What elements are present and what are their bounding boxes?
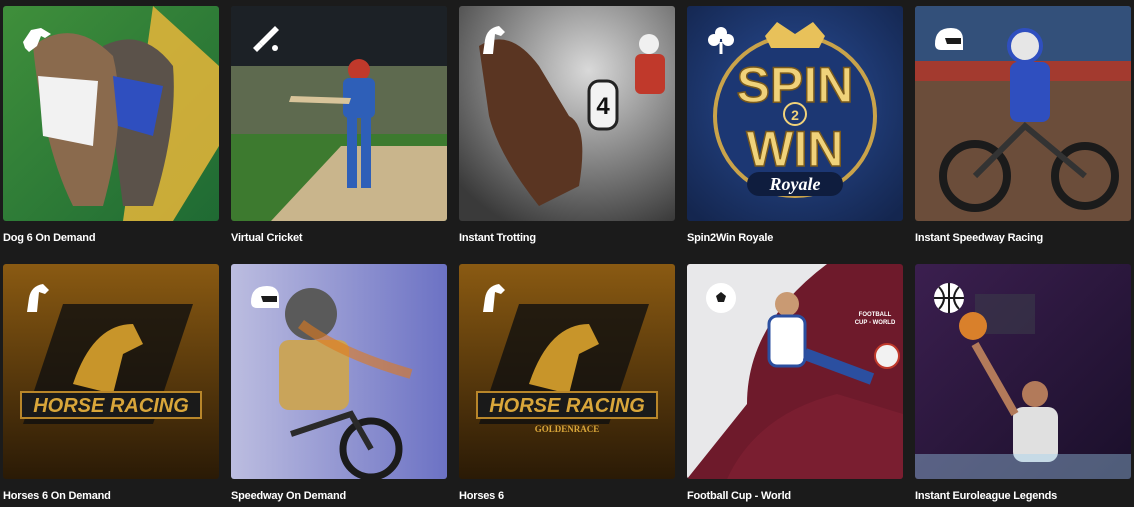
- game-title[interactable]: Dog 6 On Demand: [3, 232, 233, 244]
- svg-text:CUP - WORLD: CUP - WORLD: [855, 320, 896, 326]
- game-title[interactable]: Instant Euroleague Legends: [915, 490, 1134, 502]
- game-thumbnail[interactable]: HORSE RACING: [3, 264, 219, 479]
- game-title[interactable]: Instant Trotting: [459, 232, 689, 244]
- greyhound-icon: [17, 20, 57, 60]
- svg-text:HORSE RACING: HORSE RACING: [489, 395, 645, 417]
- horse-head-icon: [17, 278, 57, 318]
- soccer-ball-icon: [701, 278, 741, 318]
- game-title[interactable]: Horses 6: [459, 490, 689, 502]
- svg-text:4: 4: [596, 93, 610, 120]
- game-grid: Dog 6 On Demand Virtual Cricket 4 Instan…: [0, 0, 1134, 507]
- game-thumbnail[interactable]: [915, 264, 1131, 479]
- game-title[interactable]: Speedway On Demand: [231, 490, 461, 502]
- svg-text:WIN: WIN: [746, 121, 843, 177]
- game-title[interactable]: Instant Speedway Racing: [915, 232, 1134, 244]
- horse-head-icon: [473, 20, 513, 60]
- svg-text:FOOTBALL: FOOTBALL: [859, 312, 892, 318]
- game-title[interactable]: Virtual Cricket: [231, 232, 461, 244]
- svg-text:Royale: Royale: [769, 174, 821, 194]
- game-title[interactable]: Football Cup - World: [687, 490, 917, 502]
- game-title[interactable]: Spin2Win Royale: [687, 232, 917, 244]
- basketball-icon: [929, 278, 969, 318]
- game-thumbnail[interactable]: 4: [459, 6, 675, 221]
- game-thumbnail[interactable]: [231, 264, 447, 479]
- game-title[interactable]: Horses 6 On Demand: [3, 490, 233, 502]
- svg-text:GOLDENRACE: GOLDENRACE: [535, 424, 600, 434]
- game-thumbnail[interactable]: FOOTBALL CUP - WORLD: [687, 264, 903, 479]
- cricket-bat-icon: [245, 20, 285, 60]
- game-thumbnail[interactable]: [915, 6, 1131, 221]
- helmet-icon: [929, 20, 969, 60]
- game-thumbnail[interactable]: HORSE RACING GOLDENRACE: [459, 264, 675, 479]
- game-thumbnail[interactable]: [231, 6, 447, 221]
- clover-icon: [701, 20, 741, 60]
- horse-head-icon: [473, 278, 513, 318]
- game-thumbnail[interactable]: SPIN 2 WIN Royale: [687, 6, 903, 221]
- svg-text:HORSE RACING: HORSE RACING: [33, 395, 189, 417]
- helmet-icon: [245, 278, 285, 318]
- game-thumbnail[interactable]: [3, 6, 219, 221]
